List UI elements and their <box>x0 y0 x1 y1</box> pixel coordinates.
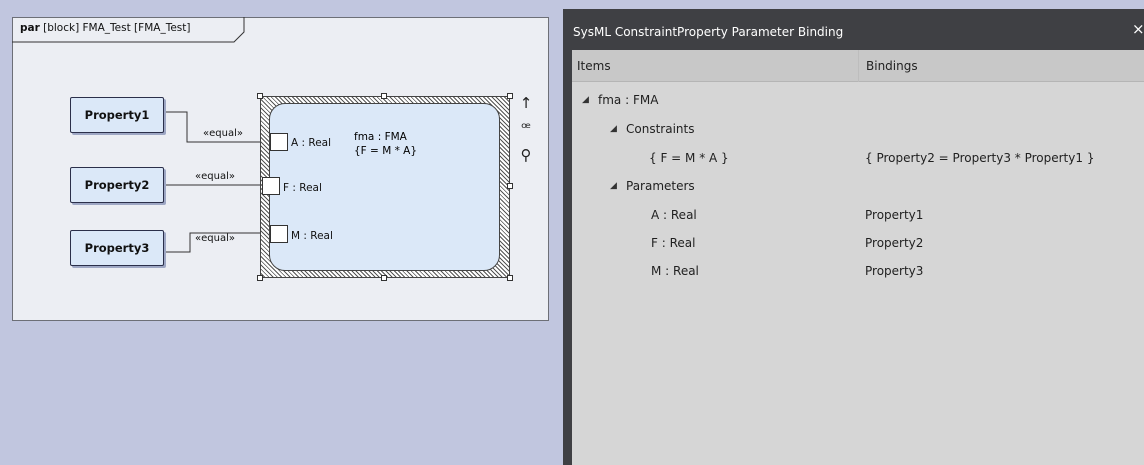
tree-item-constraint[interactable]: { F = M * A } <box>649 151 729 165</box>
property2-label: Property2 <box>84 178 150 192</box>
tree-root-fma[interactable]: fma : FMA <box>598 93 658 107</box>
resize-handle-n[interactable] <box>381 93 387 99</box>
property3-block[interactable]: Property3 <box>70 230 164 266</box>
property1-label: Property1 <box>84 108 150 122</box>
port-f[interactable] <box>262 177 280 195</box>
parameter-m-name[interactable]: M : Real <box>651 264 699 278</box>
tree-node-parameters[interactable]: Parameters <box>626 179 695 193</box>
parameter-a-name[interactable]: A : Real <box>651 208 697 222</box>
constraint-name: fma : FMA <box>354 131 407 143</box>
column-items-label: Items <box>577 58 611 73</box>
parameter-a-binding[interactable]: Property1 <box>865 208 923 222</box>
constraint-equation: {F = M * A} <box>354 145 418 157</box>
property1-block[interactable]: Property1 <box>70 97 164 133</box>
column-header-items[interactable]: Items <box>572 50 858 82</box>
dialog-title: SysML ConstraintProperty Parameter Bindi… <box>573 25 844 39</box>
constraint-binding-value[interactable]: { Property2 = Property3 * Property1 } <box>865 151 1094 165</box>
port-a[interactable] <box>270 133 288 151</box>
parameter-m-binding[interactable]: Property3 <box>865 264 923 278</box>
resize-handle-e[interactable] <box>507 183 513 189</box>
binding-tree-view[interactable]: Items Bindings ◢ fma : FMA ◢ Constraints… <box>572 50 1144 465</box>
connector2-stereotype: «equal» <box>195 171 235 182</box>
close-icon[interactable]: × <box>1132 20 1144 38</box>
port-m[interactable] <box>270 225 288 243</box>
parameter-f-binding[interactable]: Property2 <box>865 236 923 250</box>
expand-constraints-icon[interactable]: ◢ <box>610 124 617 134</box>
resize-handle-nw[interactable] <box>257 93 263 99</box>
port-a-label: A : Real <box>291 137 332 149</box>
parameter-f-name[interactable]: F : Real <box>651 236 695 250</box>
expand-root-icon[interactable]: ◢ <box>582 95 589 105</box>
parameter-binding-dialog: SysML ConstraintProperty Parameter Bindi… <box>563 9 1144 465</box>
property2-block[interactable]: Property2 <box>70 167 164 203</box>
column-bindings-label: Bindings <box>866 58 918 73</box>
expand-parameters-icon[interactable]: ◢ <box>610 181 617 191</box>
connector1-stereotype: «equal» <box>203 128 243 139</box>
zoom-icon[interactable]: ⚲ <box>518 146 534 164</box>
quicklink-arrow-icon[interactable]: ↑ <box>518 94 534 112</box>
connector3-stereotype: «equal» <box>195 233 235 244</box>
resize-handle-se[interactable] <box>507 275 513 281</box>
paint-brush-icon[interactable]: ꟹ <box>518 119 534 137</box>
resize-handle-s[interactable] <box>381 275 387 281</box>
tree-node-constraints[interactable]: Constraints <box>626 122 694 136</box>
property3-label: Property3 <box>84 241 150 255</box>
resize-handle-sw[interactable] <box>257 275 263 281</box>
column-header-bindings[interactable]: Bindings <box>859 50 1144 82</box>
resize-handle-ne[interactable] <box>507 93 513 99</box>
port-f-label: F : Real <box>283 182 322 194</box>
port-m-label: M : Real <box>291 230 333 242</box>
